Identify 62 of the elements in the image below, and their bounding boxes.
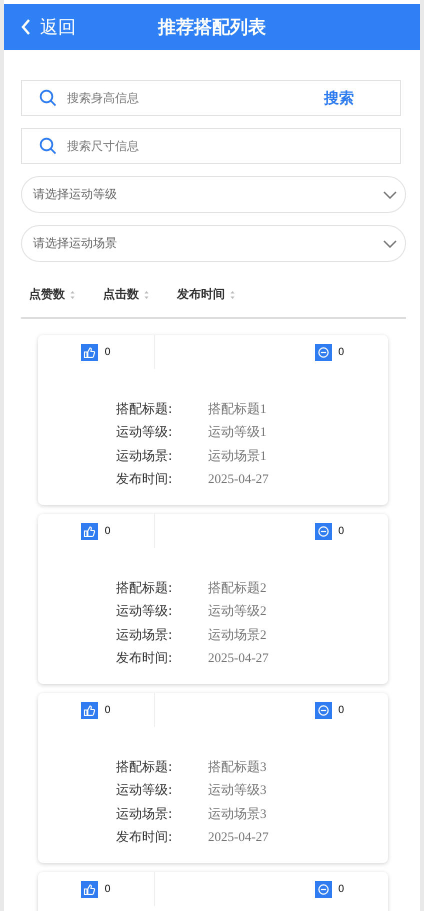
field-label: 搭配标题: [116,400,174,418]
minus-circle-icon[interactable] [315,522,332,540]
field-label: 发布时间: [116,829,174,846]
field-label: 运动等级: [116,782,174,800]
like-count: 0 [104,526,111,536]
field-value: 运动场景2 [208,626,266,644]
sort-option[interactable]: 点击数 [103,286,149,303]
field-value: 2025-04-27 [208,471,269,488]
page-title: 推荐搭配列表 [158,16,266,39]
back-button[interactable]: 返回 [4,12,76,42]
outfit-card[interactable]: 0 0 搭配标题: 搭配标题3 运动等级: 运动等级3 运动场景: 运动场景3 发布时间: 2025-04-27 [38,693,388,863]
outfit-card[interactable]: 0 0 搭配标题: 搭配标题2 运动等级: 运动等级2 运动场景: 运动场景2 发布时间: 2025-04-27 [38,514,388,684]
thumbs-up-icon[interactable] [81,522,98,540]
field-value: 2025-04-27 [208,829,269,846]
like-count: 0 [104,884,111,894]
dislike-count: 0 [338,346,344,358]
field-label: 发布时间: [116,650,174,668]
sort-icon [144,290,149,300]
minus-circle-icon[interactable] [315,702,332,718]
field-value: 运动等级3 [208,781,266,800]
field-value: 运动场景1 [208,446,266,465]
thumbs-up-icon[interactable] [81,702,98,718]
like-count: 0 [104,704,111,716]
dislike-count: 0 [338,884,344,894]
sort-icon [70,290,75,300]
search-field[interactable]: 搜索尺寸信息 [21,128,401,164]
dislike-count: 0 [338,704,344,716]
sort-option[interactable]: 发布时间 [177,286,235,303]
chevron-down-icon [383,190,397,198]
search-button[interactable]: 搜索 [320,86,358,110]
select-field[interactable]: 请选择运动场景 [21,225,406,262]
chevron-down-icon [383,240,397,248]
search-icon [39,137,57,155]
field-label: 运动等级: [116,603,174,620]
field-value: 搭配标题1 [208,400,266,418]
sort-option[interactable]: 点赞数 [29,286,75,303]
dislike-count: 0 [338,526,344,536]
minus-circle-icon[interactable] [315,880,332,898]
minus-circle-icon[interactable] [315,344,332,360]
back-icon [20,18,32,36]
outfit-card[interactable]: 0 0 [38,872,388,911]
thumbs-up-icon[interactable] [81,880,98,898]
thumbs-up-icon[interactable] [81,344,98,360]
field-value: 运动等级1 [208,423,266,442]
field-value: 搭配标题2 [208,578,266,597]
field-label: 搭配标题: [116,758,174,776]
field-value: 2025-04-27 [208,650,269,666]
field-value: 搭配标题3 [208,758,266,776]
search-field[interactable]: 搜索身高信息 搜索 [21,80,401,116]
field-label: 运动场景: [116,806,174,823]
field-label: 发布时间: [116,471,174,488]
field-label: 运动场景: [116,448,174,465]
select-field[interactable]: 请选择运动等级 [21,176,406,213]
field-label: 运动场景: [116,626,174,644]
like-count: 0 [104,346,111,358]
field-label: 运动等级: [116,424,174,442]
search-icon [39,89,57,107]
outfit-card[interactable]: 0 0 搭配标题: 搭配标题1 运动等级: 运动等级1 运动场景: 运动场景1 发布时间: 2025-04-27 [38,335,388,505]
sort-icon [230,290,235,300]
field-value: 运动等级2 [208,602,266,620]
field-label: 搭配标题: [116,580,174,597]
field-value: 运动场景3 [208,804,266,823]
